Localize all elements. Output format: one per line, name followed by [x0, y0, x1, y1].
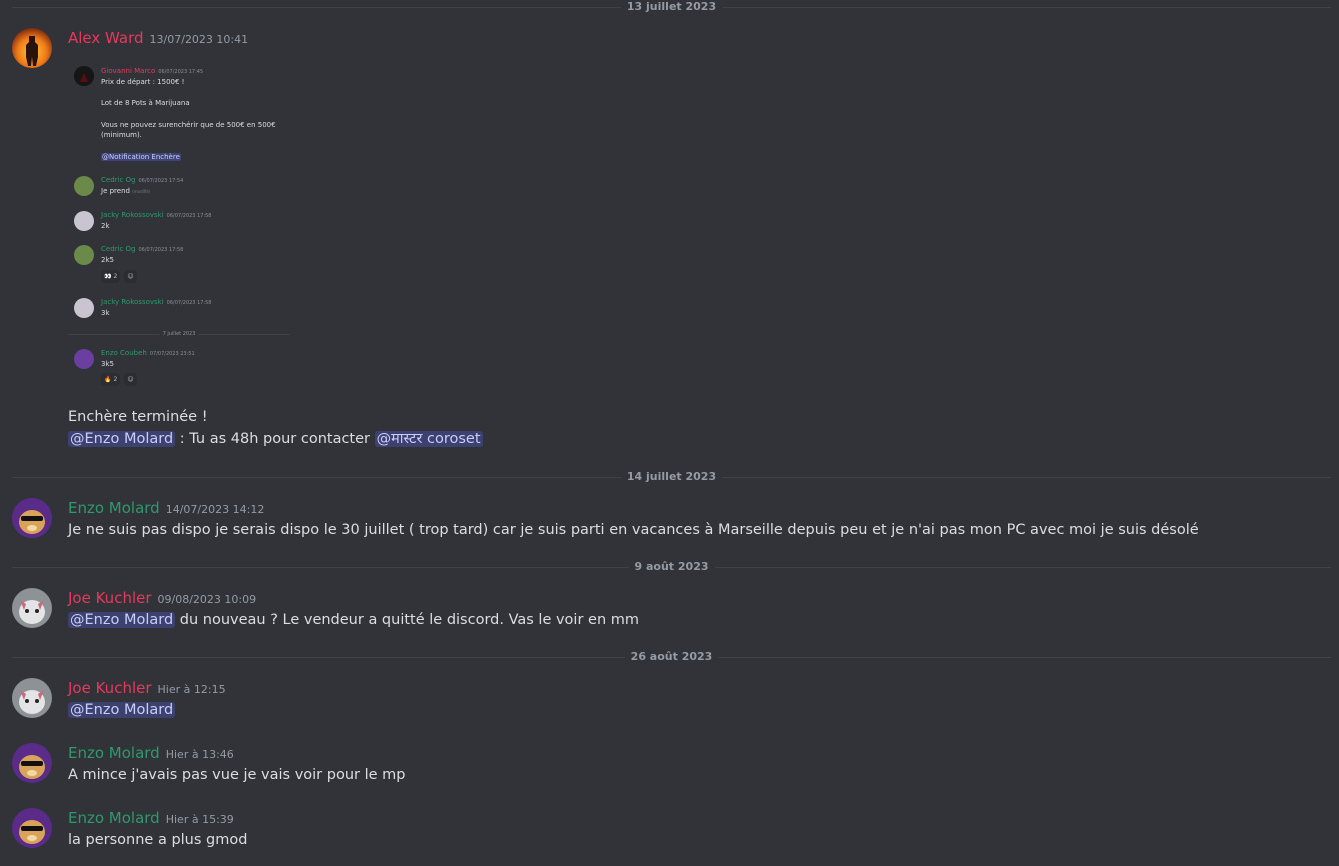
- date-divider: 26 août 2023: [12, 650, 1331, 664]
- message-header: Enzo Molard 14/07/2023 14:12: [68, 498, 264, 520]
- embedded-author: Giovanni Marco: [101, 67, 156, 75]
- embedded-avatar: [74, 66, 94, 86]
- message-header: Joe Kuchler Hier à 12:15: [68, 678, 226, 700]
- embedded-date-divider: 7 juillet 2023: [68, 329, 290, 340]
- message-text: : Tu as 48h pour contacter: [175, 431, 375, 447]
- embedded-avatar: [74, 245, 94, 265]
- embedded-author: Cedric Og: [101, 245, 136, 253]
- user-mention[interactable]: @Enzo Molard: [68, 612, 176, 628]
- embedded-timestamp: 07/07/2023 23:51: [149, 351, 195, 357]
- avatar[interactable]: [12, 678, 52, 718]
- message-header: Enzo Molard Hier à 15:39: [68, 808, 234, 830]
- message-content: @Enzo Molard: [68, 699, 176, 721]
- user-mention[interactable]: @Enzo Molard: [68, 702, 176, 718]
- author-name[interactable]: Joe Kuchler: [68, 679, 152, 697]
- embedded-text: Prix de départ : 1500€ !: [101, 78, 185, 86]
- message-content: Je ne suis pas dispo je serais dispo le …: [68, 522, 1199, 538]
- embedded-divider-label: 7 juillet 2023: [159, 329, 199, 340]
- message-text: du nouveau ? Le vendeur a quitté le disc…: [175, 612, 640, 628]
- fire-emoji-icon: 🔥: [104, 376, 112, 383]
- message-header: Alex Ward 13/07/2023 10:41: [68, 28, 248, 50]
- embedded-author: Jacky Rokossovski: [101, 211, 164, 219]
- embedded-avatar: [74, 211, 94, 231]
- embedded-avatar: [74, 349, 94, 369]
- embedded-author: Cedric Og: [101, 176, 136, 184]
- embedded-author: Jacky Rokossovski: [101, 298, 164, 306]
- user-mention[interactable]: @मास्टर coroset: [374, 431, 483, 447]
- reaction-chip: 👀 2: [101, 270, 121, 283]
- add-reaction-icon: ☺: [124, 373, 137, 386]
- reaction-count: 2: [113, 376, 118, 383]
- user-mention[interactable]: @Enzo Molard: [68, 431, 176, 447]
- embedded-text: 2k: [101, 222, 110, 230]
- message-line: @Enzo Molard : Tu as 48h pour contacter …: [68, 428, 483, 450]
- timestamp[interactable]: 13/07/2023 10:41: [150, 33, 249, 46]
- reaction-chip: 🔥 2: [101, 373, 121, 386]
- divider-label: 14 juillet 2023: [620, 470, 723, 484]
- embedded-mention: @Notification Enchère: [101, 153, 181, 161]
- edited-label: (modifié): [132, 189, 151, 194]
- message-content: @Enzo Molard du nouveau ? Le vendeur a q…: [68, 609, 639, 631]
- date-divider: 13 juillet 2023: [12, 0, 1331, 14]
- date-divider: 14 juillet 2023: [12, 470, 1331, 484]
- reaction-count: 2: [113, 273, 118, 280]
- message-content: la personne a plus gmod: [68, 832, 248, 848]
- embedded-timestamp: 06/07/2023 17:58: [138, 247, 184, 253]
- timestamp[interactable]: Hier à 12:15: [158, 683, 226, 696]
- timestamp[interactable]: 14/07/2023 14:12: [166, 503, 265, 516]
- embedded-avatar: [74, 298, 94, 318]
- embedded-timestamp: 06/07/2023 17:58: [166, 300, 212, 306]
- divider-label: 13 juillet 2023: [620, 0, 723, 14]
- embedded-text: (minimum).: [101, 131, 142, 139]
- author-name[interactable]: Enzo Molard: [68, 744, 160, 762]
- eyes-emoji-icon: 👀: [104, 273, 112, 280]
- avatar[interactable]: [12, 808, 52, 848]
- embedded-text: 2k5: [101, 256, 114, 264]
- avatar[interactable]: [12, 28, 52, 68]
- message-content: Enchère terminée ! @Enzo Molard : Tu as …: [68, 406, 483, 450]
- embedded-timestamp: 06/07/2023 17:58: [166, 213, 212, 219]
- embedded-timestamp: 06/07/2023 17:54: [138, 178, 184, 184]
- author-name[interactable]: Alex Ward: [68, 29, 144, 47]
- message-header: Joe Kuchler 09/08/2023 10:09: [68, 588, 256, 610]
- message-content: A mince j'avais pas vue je vais voir pou…: [68, 767, 406, 783]
- author-name[interactable]: Joe Kuchler: [68, 589, 152, 607]
- add-reaction-icon: ☺: [124, 270, 137, 283]
- message-header: Enzo Molard Hier à 13:46: [68, 743, 234, 765]
- divider-label: 9 août 2023: [628, 560, 715, 574]
- embedded-text: Lot de 8 Pots à Marijuana: [101, 99, 190, 107]
- message-line: Enchère terminée !: [68, 409, 208, 425]
- timestamp[interactable]: Hier à 13:46: [166, 748, 234, 761]
- embedded-timestamp: 06/07/2023 17:45: [158, 69, 204, 75]
- timestamp[interactable]: 09/08/2023 10:09: [158, 593, 257, 606]
- embedded-avatar: [74, 176, 94, 196]
- avatar[interactable]: [12, 588, 52, 628]
- divider-label: 26 août 2023: [624, 650, 719, 664]
- embedded-text: 3k: [101, 309, 110, 317]
- attached-image[interactable]: Giovanni Marco 06/07/2023 17:45 Prix de d…: [68, 58, 290, 398]
- date-divider: 9 août 2023: [12, 560, 1331, 574]
- avatar[interactable]: [12, 498, 52, 538]
- author-name[interactable]: Enzo Molard: [68, 499, 160, 517]
- embedded-text: Je prend: [101, 187, 130, 195]
- avatar[interactable]: [12, 743, 52, 783]
- timestamp[interactable]: Hier à 15:39: [166, 813, 234, 826]
- embedded-author: Enzo Coubeh: [101, 349, 147, 357]
- author-name[interactable]: Enzo Molard: [68, 809, 160, 827]
- embedded-text: 3k5: [101, 360, 114, 368]
